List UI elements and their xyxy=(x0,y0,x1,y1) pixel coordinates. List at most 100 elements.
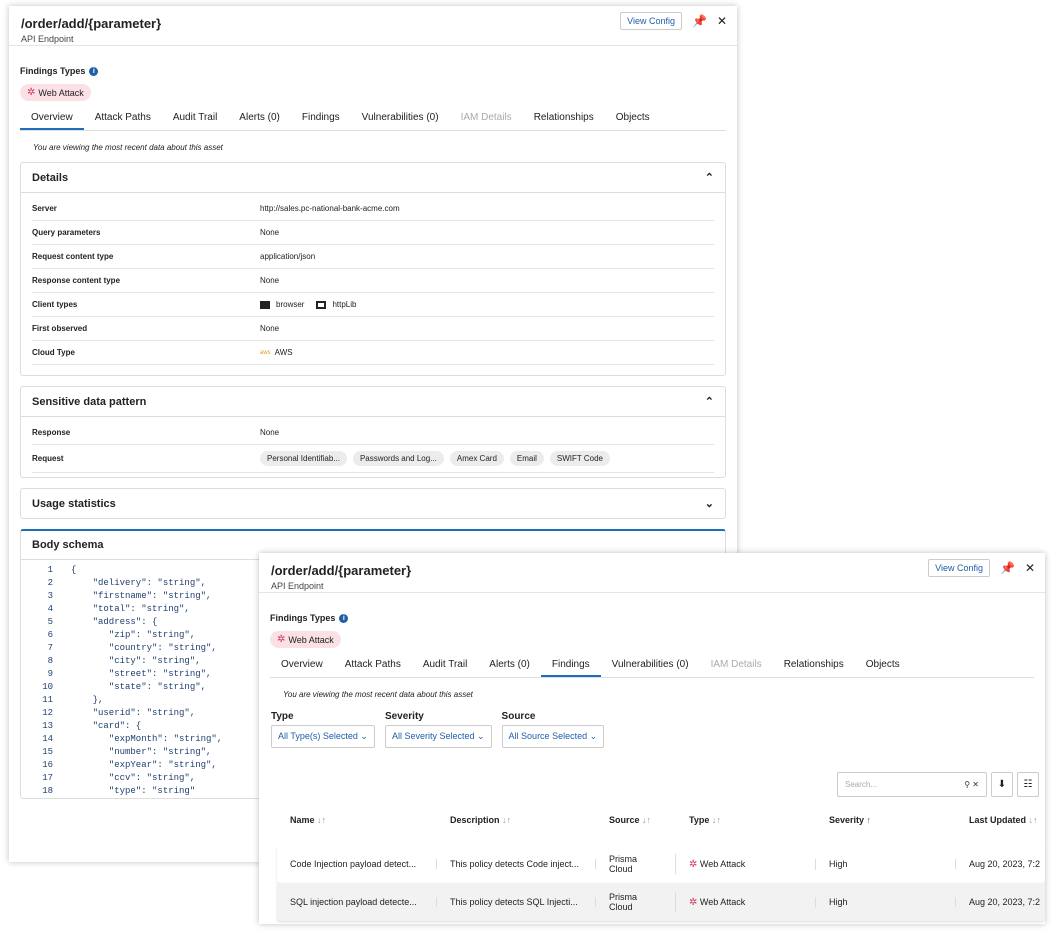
detail-value-2: httpLib xyxy=(332,300,357,309)
column-header[interactable]: Description ↓↑ xyxy=(437,815,596,825)
tab-iam-details[interactable]: IAM Details xyxy=(700,654,773,677)
endpoint-subtitle: API Endpoint xyxy=(21,34,74,44)
tab-overview[interactable]: Overview xyxy=(270,654,334,677)
tab-attack-paths[interactable]: Attack Paths xyxy=(334,654,412,677)
tab-alerts[interactable]: Alerts (0) xyxy=(228,107,291,130)
usage-header[interactable]: Usage statistics ⌄ xyxy=(21,489,725,518)
info-icon[interactable]: i xyxy=(339,613,349,623)
browser-icon xyxy=(260,300,270,309)
line-number: 1 xyxy=(47,565,53,575)
search-input[interactable]: Search... ⚲ ✕ xyxy=(837,772,987,797)
filter-dropdown[interactable]: All Severity Selected ⌄ xyxy=(384,725,492,748)
line-number: 14 xyxy=(42,734,53,744)
code-text: "type": "string" xyxy=(71,786,196,796)
tab-audit-trail[interactable]: Audit Trail xyxy=(162,107,228,130)
pin-icon[interactable]: 📌 xyxy=(1000,561,1015,575)
tab-attack-paths[interactable]: Attack Paths xyxy=(84,107,162,130)
chevron-up-icon[interactable]: ⌃ xyxy=(705,395,714,408)
close-icon[interactable]: ✕ xyxy=(717,14,727,28)
chevron-down-icon[interactable]: ⌄ xyxy=(705,497,714,510)
data-pattern-pill: Passwords and Log... xyxy=(352,451,444,466)
tab-iam-details[interactable]: IAM Details xyxy=(450,107,523,130)
code-text: "address": { xyxy=(71,617,158,627)
table-cell: High xyxy=(816,897,956,907)
request-label: Request xyxy=(32,454,64,463)
column-label: Name xyxy=(290,815,315,825)
sort-icon[interactable]: ↓↑ xyxy=(502,815,511,825)
tab-findings[interactable]: Findings xyxy=(291,107,351,130)
web-attack-icon: ✲ xyxy=(277,634,286,645)
cell-text: Aug 20, 2023, 7:2 xyxy=(969,859,1041,869)
filter-source: Source All Source Selected ⌄ xyxy=(501,711,605,748)
endpoint-title: /order/add/{parameter} xyxy=(271,563,412,578)
filter-dropdown[interactable]: All Type(s) Selected ⌄ xyxy=(271,725,375,748)
download-button[interactable]: ⬇ xyxy=(991,772,1013,797)
tab-relationships[interactable]: Relationships xyxy=(773,654,855,677)
column-header[interactable]: Name ↓↑ xyxy=(277,815,437,825)
view-config-button[interactable]: View Config xyxy=(620,12,682,30)
tab-alerts[interactable]: Alerts (0) xyxy=(478,654,541,677)
line-number: 11 xyxy=(42,695,53,705)
table-cell: This policy detects SQL Injecti... xyxy=(437,897,596,907)
detail-value: None xyxy=(260,276,280,285)
details-header[interactable]: Details ⌃ xyxy=(21,163,725,193)
code-text: "ccv": "string", xyxy=(71,773,196,783)
table-row[interactable]: SQL injection payload detecte... This pol… xyxy=(277,883,1045,921)
column-header[interactable]: Last Updated ↓↑ xyxy=(956,815,1045,825)
column-header[interactable]: Source ↓↑ xyxy=(596,815,676,825)
column-header[interactable]: Type ↓↑ xyxy=(676,815,816,825)
filter-value: All Source Selected xyxy=(508,731,588,741)
line-number: 7 xyxy=(47,643,53,653)
data-pattern-pill: Email xyxy=(509,451,544,466)
tab-overview[interactable]: Overview xyxy=(20,107,84,130)
cell-text: High xyxy=(829,897,848,907)
panel-header: /order/add/{parameter} API Endpoint View… xyxy=(9,6,737,46)
line-number: 4 xyxy=(47,604,53,614)
tab-vulnerabilities[interactable]: Vulnerabilities (0) xyxy=(601,654,700,677)
detail-key: Response content type xyxy=(32,276,121,285)
tab-bar: Overview Attack Paths Audit Trail Alerts (0… xyxy=(270,654,1034,678)
table-row[interactable]: Code Injection payload detect... This pol… xyxy=(277,845,1045,883)
pin-icon[interactable]: 📌 xyxy=(692,14,707,28)
tab-findings[interactable]: Findings xyxy=(540,654,601,677)
sort-icon[interactable]: ↓↑ xyxy=(317,815,326,825)
code-text: "delivery": "string", xyxy=(71,578,207,588)
table-cell: Aug 20, 2023, 7:2 xyxy=(956,859,1045,869)
response-row: Response None xyxy=(32,421,714,445)
column-label: Severity xyxy=(829,815,865,825)
cell-text: SQL injection payload detecte... xyxy=(290,897,417,907)
web-attack-icon: ✲ xyxy=(27,87,36,98)
detail-row: Request content type application/json xyxy=(32,245,714,269)
detail-key: Request content type xyxy=(32,252,114,261)
cell-text: This policy detects Code inject... xyxy=(450,859,580,869)
detail-value: None xyxy=(260,324,280,333)
close-icon[interactable]: ✕ xyxy=(1025,561,1035,575)
code-text: "zip": "string", xyxy=(71,630,196,640)
tab-vulnerabilities[interactable]: Vulnerabilities (0) xyxy=(351,107,450,130)
info-icon[interactable]: i xyxy=(89,66,99,76)
column-header[interactable]: Severity ↑ xyxy=(816,815,956,825)
sensitive-header[interactable]: Sensitive data pattern ⌃ xyxy=(21,387,725,417)
view-config-button[interactable]: View Config xyxy=(928,559,990,577)
table-cell: SQL injection payload detecte... xyxy=(277,897,437,907)
search-icon[interactable]: ⚲ ✕ xyxy=(964,780,979,789)
tab-audit-trail[interactable]: Audit Trail xyxy=(412,654,478,677)
code-text: "expYear": "string", xyxy=(71,760,217,770)
tab-objects[interactable]: Objects xyxy=(605,107,661,130)
detail-value: http://sales.pc-national-bank-acme.com xyxy=(260,204,400,213)
filter-dropdown[interactable]: All Source Selected ⌄ xyxy=(501,725,605,748)
sort-asc-icon[interactable]: ↑ xyxy=(867,815,872,825)
code-text: "firstname": "string", xyxy=(71,591,212,601)
tab-objects[interactable]: Objects xyxy=(855,654,911,677)
chevron-up-icon[interactable]: ⌃ xyxy=(705,171,714,184)
chevron-down-icon: ⌄ xyxy=(477,731,485,741)
sort-icon[interactable]: ↓↑ xyxy=(642,815,651,825)
sort-icon[interactable]: ↓↑ xyxy=(712,815,721,825)
columns-button[interactable]: ☷ xyxy=(1017,772,1039,797)
sort-icon[interactable]: ↓↑ xyxy=(1029,815,1038,825)
code-text: "state": "string", xyxy=(71,682,207,692)
line-number: 13 xyxy=(42,721,53,731)
filter-label: Source xyxy=(501,711,536,722)
tab-relationships[interactable]: Relationships xyxy=(523,107,605,130)
line-number: 12 xyxy=(42,708,53,718)
